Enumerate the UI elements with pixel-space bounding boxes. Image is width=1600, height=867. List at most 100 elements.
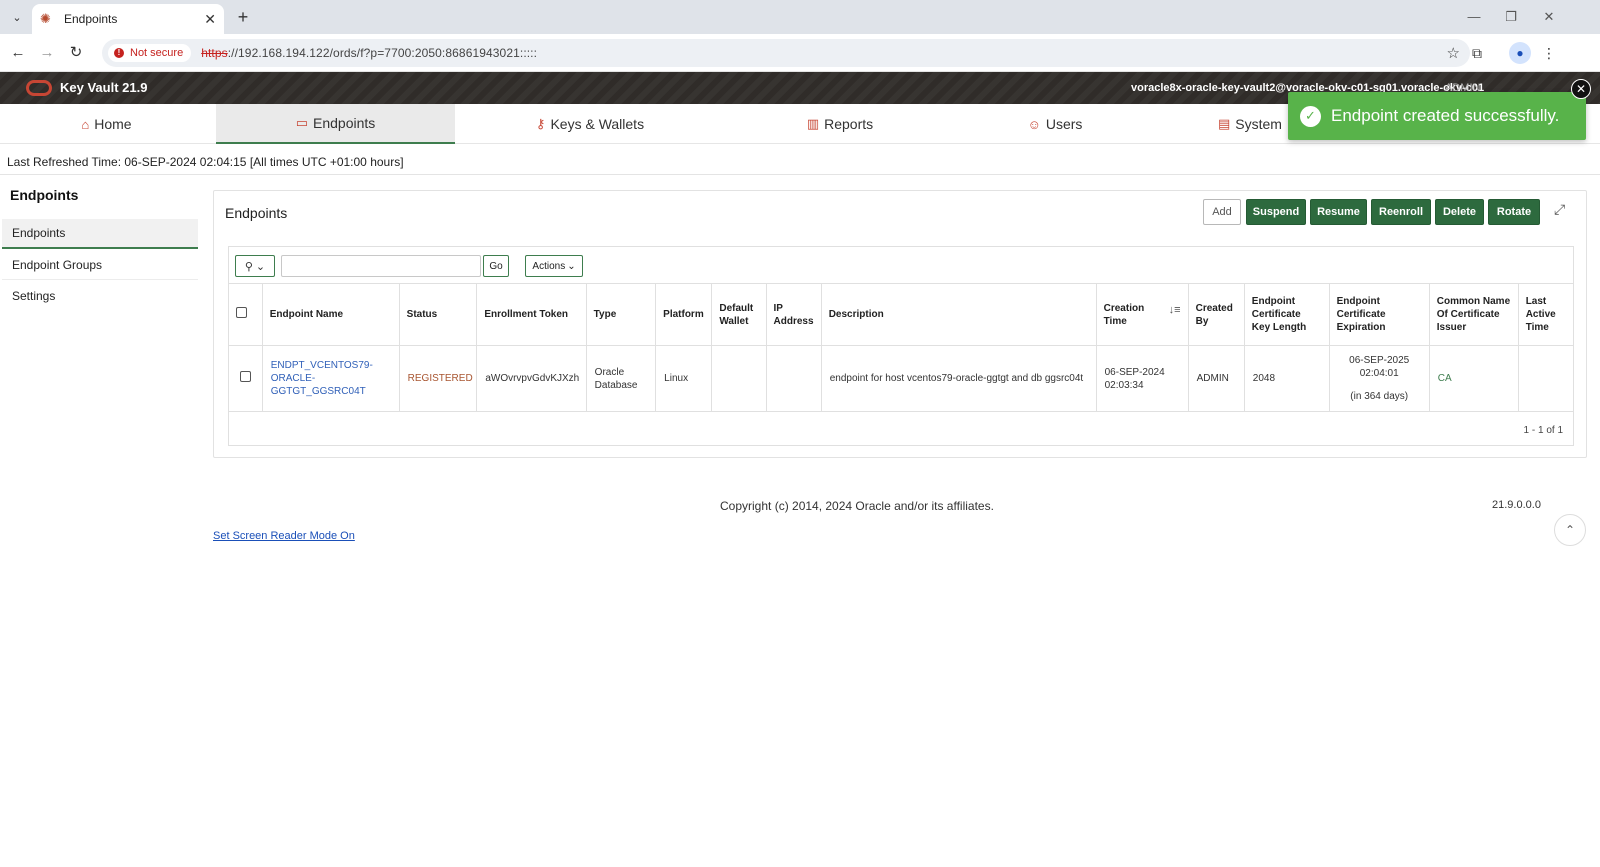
users-icon: ☺ [1027, 116, 1041, 132]
toast-message: Endpoint created successfully. [1331, 106, 1560, 125]
tab-reports[interactable]: ▥ Reports [720, 104, 960, 144]
forward-icon[interactable]: → [36, 42, 58, 64]
col-cert-key-length[interactable]: Endpoint Certificate Key Length [1243, 283, 1330, 346]
cell-creation-time: 06-SEP-2024 02:03:34 [1095, 345, 1189, 412]
extensions-icon[interactable]: ⧉ [1466, 42, 1488, 64]
col-default-wallet[interactable]: Default Wallet [711, 283, 767, 346]
sidebar-item-settings[interactable]: Settings [2, 281, 198, 311]
sidebar-title: Endpoints [10, 187, 79, 203]
col-creation-time-label: Creation Time [1103, 302, 1145, 327]
col-endpoint-name[interactable]: Endpoint Name [261, 283, 400, 346]
tab-system-label: System [1235, 116, 1282, 132]
endpoints-region: Endpoints Add Suspend Resume Reenroll De… [213, 190, 1587, 458]
not-secure-badge[interactable]: ! Not secure [108, 44, 192, 62]
row-checkbox[interactable] [239, 371, 251, 382]
cell-key-length: 2048 [1243, 345, 1330, 412]
add-button[interactable]: Add [1203, 199, 1241, 225]
chevron-down-icon: ⌄ [567, 260, 576, 272]
close-window-icon[interactable]: ✕ [1534, 6, 1564, 28]
key-icon: ⚷ [535, 116, 546, 131]
system-icon: ▤ [1218, 116, 1231, 131]
cell-enrollment-token: aWOvrvpvGdvKJXzh [476, 345, 587, 412]
success-toast: ✓ Endpoint created successfully. [1288, 92, 1586, 140]
bookmark-star-icon[interactable]: ☆ [1447, 44, 1460, 62]
minimize-icon[interactable]: — [1459, 6, 1489, 28]
endpoint-name-link[interactable]: ENDPT_VCENTOS79-ORACLE-GGTGT_GGSRC04T [271, 360, 373, 397]
warning-icon: ! [114, 48, 124, 58]
tab-users[interactable]: ☺ Users [935, 104, 1175, 144]
tab-reports-label: Reports [824, 116, 874, 132]
cell-default-wallet [711, 345, 767, 412]
oracle-logo-icon[interactable] [26, 80, 52, 96]
sidebar-item-endpoint-groups[interactable]: Endpoint Groups [2, 250, 198, 280]
search-input[interactable] [281, 255, 481, 277]
divider [0, 174, 1600, 175]
cell-type: Oracle Database [585, 345, 657, 412]
col-status[interactable]: Status [398, 283, 478, 346]
expand-icon[interactable]: ⤢ [1554, 201, 1565, 218]
chevron-down-icon: ⌄ [255, 260, 266, 273]
browser-tab[interactable]: ✺ Endpoints ✕ [32, 4, 224, 34]
cell-endpoint-name[interactable]: ENDPT_VCENTOS79-ORACLE-GGTGT_GGSRC04T [261, 345, 400, 412]
tab-keys-label: Keys & Wallets [550, 116, 645, 132]
profile-avatar-icon[interactable]: ● [1509, 42, 1531, 64]
col-description[interactable]: Description [820, 283, 1097, 346]
tab-endpoints-label: Endpoints [313, 115, 376, 131]
col-created-by[interactable]: Created By [1187, 283, 1245, 346]
version-number: 21.9.0.0.0 [1492, 499, 1541, 511]
col-cert-expiration[interactable]: Endpoint Certificate Expiration [1328, 283, 1430, 346]
url-text[interactable]: https://192.168.194.122/ords/f?p=7700:20… [201, 46, 537, 60]
suspend-button[interactable]: Suspend [1246, 199, 1306, 225]
col-enrollment-token[interactable]: Enrollment Token [476, 283, 587, 346]
sort-descending-icon[interactable]: ↓≡ [1169, 304, 1181, 317]
browser-tabstrip: ⌄ ✺ Endpoints ✕ + — ❐ ✕ [0, 0, 1600, 34]
close-tab-icon[interactable]: ✕ [204, 11, 216, 28]
scroll-to-top-icon[interactable]: ⌃ [1554, 514, 1586, 546]
reload-icon[interactable]: ↻ [65, 42, 87, 64]
col-ip-address[interactable]: IP Address [765, 283, 822, 346]
cell-status: REGISTERED [398, 345, 478, 412]
home-icon: ⌂ [81, 116, 90, 132]
search-column-button[interactable]: ⚲ ⌄ [235, 255, 275, 277]
col-cert-issuer[interactable]: Common Name Of Certificate Issuer [1428, 283, 1519, 346]
new-tab-icon[interactable]: + [232, 6, 254, 28]
cell-description: endpoint for host vcentos79-oracle-ggtgt… [820, 345, 1097, 412]
col-creation-time[interactable]: ↓≡ Creation Time [1095, 283, 1189, 346]
address-bar[interactable]: ! Not secure https://192.168.194.122/ord… [102, 39, 1470, 67]
monitor-icon: ▭ [295, 115, 308, 130]
cell-ip-address [765, 345, 822, 412]
tab-endpoints[interactable]: ▭ Endpoints [216, 104, 455, 144]
back-icon[interactable]: ← [7, 42, 29, 64]
reenroll-button[interactable]: Reenroll [1371, 199, 1431, 225]
row-checkbox-cell[interactable] [228, 345, 263, 412]
url-scheme: https [201, 46, 228, 60]
tab-users-label: Users [1045, 116, 1083, 132]
delete-button[interactable]: Delete [1435, 199, 1484, 225]
close-toast-icon[interactable]: ✕ [1571, 79, 1591, 99]
rotate-button[interactable]: Rotate [1488, 199, 1540, 225]
table-row[interactable]: ENDPT_VCENTOS79-ORACLE-GGTGT_GGSRC04T RE… [228, 345, 1575, 412]
restore-icon[interactable]: ❐ [1496, 6, 1526, 28]
tab-keys-wallets[interactable]: ⚷ Keys & Wallets [470, 104, 710, 144]
endpoints-table: Endpoint Name Status Enrollment Token Ty… [228, 283, 1575, 412]
browser-menu-icon[interactable]: ⋮ [1538, 42, 1560, 64]
tab-search-chevron-icon[interactable]: ⌄ [6, 7, 28, 27]
tab-home[interactable]: ⌂ Home [0, 104, 213, 144]
pagination-info: 1 - 1 of 1 [1523, 425, 1563, 436]
select-all-checkbox[interactable] [236, 307, 247, 318]
screen-reader-mode-link[interactable]: Set Screen Reader Mode On [213, 530, 355, 542]
cell-last-active [1517, 345, 1575, 412]
expiration-date: 06-SEP-2025 02:04:01 [1349, 355, 1410, 379]
check-circle-icon: ✓ [1300, 105, 1321, 127]
select-all-checkbox-cell[interactable] [228, 283, 263, 346]
sidebar-item-endpoints[interactable]: Endpoints [2, 219, 198, 249]
expiration-days: (in 364 days) [1350, 391, 1409, 402]
col-last-active-time[interactable]: Last Active Time [1517, 283, 1575, 346]
app-title[interactable]: Key Vault 21.9 [60, 80, 147, 95]
col-platform[interactable]: Platform [655, 283, 713, 346]
cell-platform: Linux [655, 345, 713, 412]
actions-menu-button[interactable]: Actions ⌄ [525, 255, 583, 277]
go-button[interactable]: Go [483, 255, 509, 277]
resume-button[interactable]: Resume [1310, 199, 1367, 225]
col-type[interactable]: Type [585, 283, 657, 346]
